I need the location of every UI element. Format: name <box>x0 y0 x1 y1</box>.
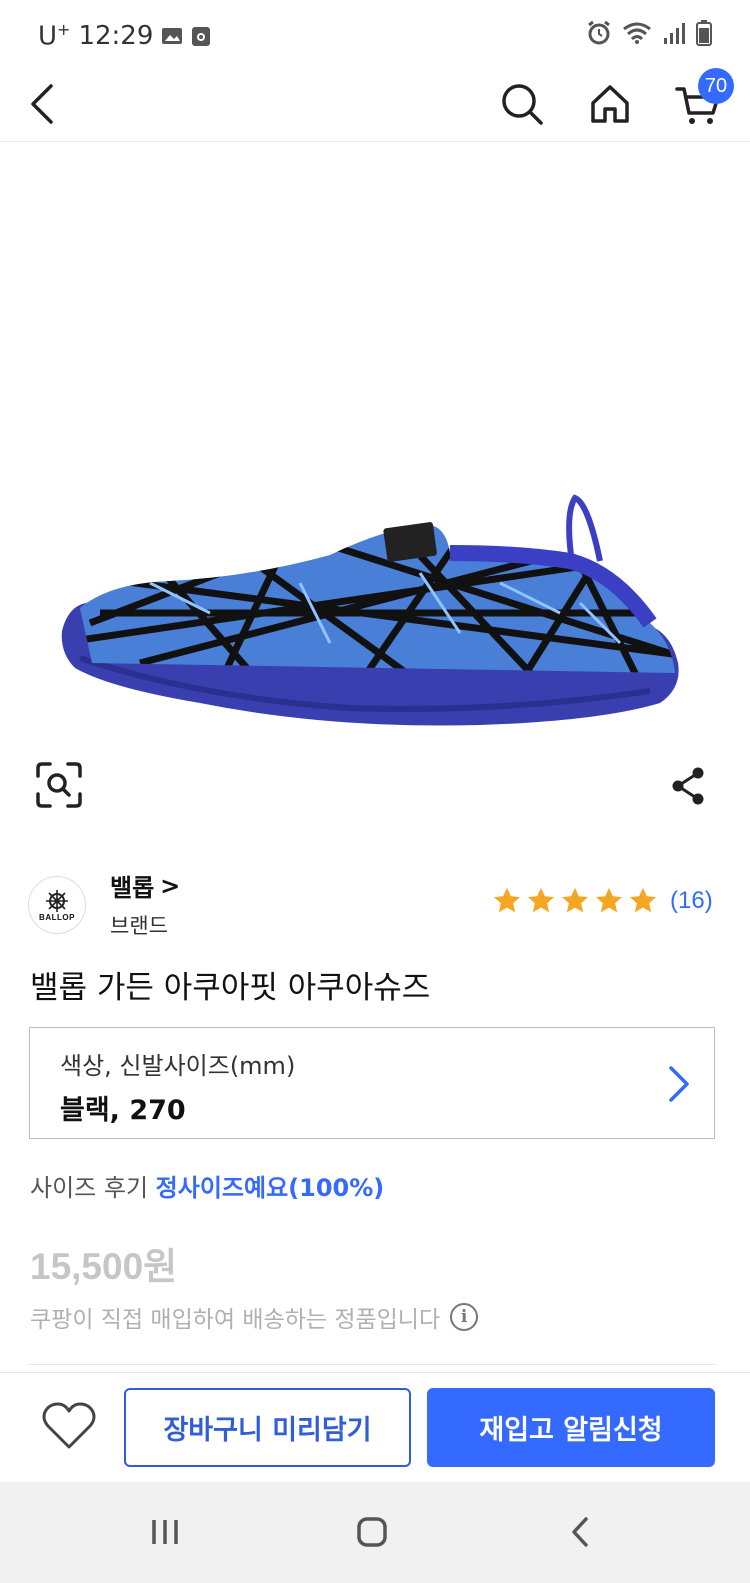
status-left: U+ 12:29 <box>38 20 211 52</box>
product-title: 밸롭 가든 아쿠아핏 아쿠아슈즈 <box>30 970 431 1006</box>
share-icon <box>672 767 704 805</box>
system-nav-bar <box>0 1482 750 1583</box>
home-square-icon <box>357 1517 387 1547</box>
pre-cart-button[interactable]: 장바구니 미리담기 <box>124 1388 411 1467</box>
star-icon <box>562 887 588 913</box>
restock-alert-button[interactable]: 재입고 알림신청 <box>427 1388 715 1467</box>
info-icon[interactable]: i <box>450 1303 479 1331</box>
calendar-icon <box>192 26 211 46</box>
size-review-value: 정사이즈예요(100%) <box>155 1174 385 1202</box>
brand-name: 밸롭 <box>110 874 155 902</box>
home-system-button[interactable] <box>342 1504 402 1560</box>
back-system-button[interactable] <box>550 1504 610 1560</box>
wishlist-button[interactable] <box>40 1401 98 1453</box>
lens-search-icon <box>36 762 82 808</box>
signal-icon <box>664 23 685 44</box>
clock: 12:29 <box>78 20 154 51</box>
alarm-icon <box>588 20 610 45</box>
gallery-icon <box>162 27 183 44</box>
top-nav: 70 <box>0 68 750 142</box>
authentic-notice: 쿠팡이 직접 매입하여 배송하는 정품입니다 i <box>30 1300 479 1334</box>
divider <box>29 1364 715 1365</box>
rating[interactable]: (16) <box>492 886 713 916</box>
brand-logo[interactable]: BALLOP <box>28 876 86 934</box>
recent-apps-icon <box>152 1520 178 1544</box>
status-bar: U+ 12:29 <box>0 0 750 72</box>
option-label: 색상, 신발사이즈(mm) <box>60 1052 296 1080</box>
chevron-right-icon <box>669 1066 689 1102</box>
wifi-icon <box>623 22 651 44</box>
share-button[interactable] <box>670 766 706 806</box>
home-icon <box>591 85 629 123</box>
notice-text: 쿠팡이 직접 매입하여 배송하는 정품입니다 <box>30 1307 441 1333</box>
product-image[interactable] <box>0 143 750 843</box>
status-right <box>586 20 712 46</box>
cart-count-badge: 70 <box>698 68 734 104</box>
brand-chevron: > <box>160 871 181 900</box>
star-icon <box>596 887 622 913</box>
ship-wheel-icon <box>46 889 68 912</box>
heart-icon <box>42 1402 96 1449</box>
back-button[interactable] <box>12 74 72 134</box>
star-icon <box>494 887 520 913</box>
option-value: 블랙, 270 <box>60 1095 186 1126</box>
size-review: 사이즈 후기 정사이즈예요(100%) <box>30 1168 384 1203</box>
price: 15,500원 <box>30 1246 178 1287</box>
home-button[interactable] <box>580 74 640 134</box>
action-bar: 장바구니 미리담기 재입고 알림신청 <box>0 1372 750 1482</box>
size-review-label: 사이즈 후기 <box>30 1174 149 1202</box>
brand-logo-text: BALLOP <box>39 912 75 922</box>
image-search-button[interactable] <box>36 762 82 808</box>
option-selector[interactable]: 색상, 신발사이즈(mm) 블랙, 270 <box>29 1027 715 1139</box>
aqua-shoe-image <box>61 494 679 726</box>
cart-button[interactable]: 70 <box>668 68 734 136</box>
star-icon <box>630 887 656 913</box>
brand-link[interactable]: 밸롭 > <box>110 868 180 903</box>
star-icon <box>528 887 554 913</box>
brand-subtitle: 브랜드 <box>110 914 168 938</box>
recent-apps-button[interactable] <box>135 1504 195 1560</box>
review-count: (16) <box>670 887 713 914</box>
back-chevron-icon <box>572 1517 588 1547</box>
search-icon <box>502 84 543 125</box>
battery-icon <box>696 20 712 46</box>
carrier: U+ <box>38 20 71 52</box>
search-button[interactable] <box>492 74 552 134</box>
back-arrow-icon <box>31 84 53 124</box>
